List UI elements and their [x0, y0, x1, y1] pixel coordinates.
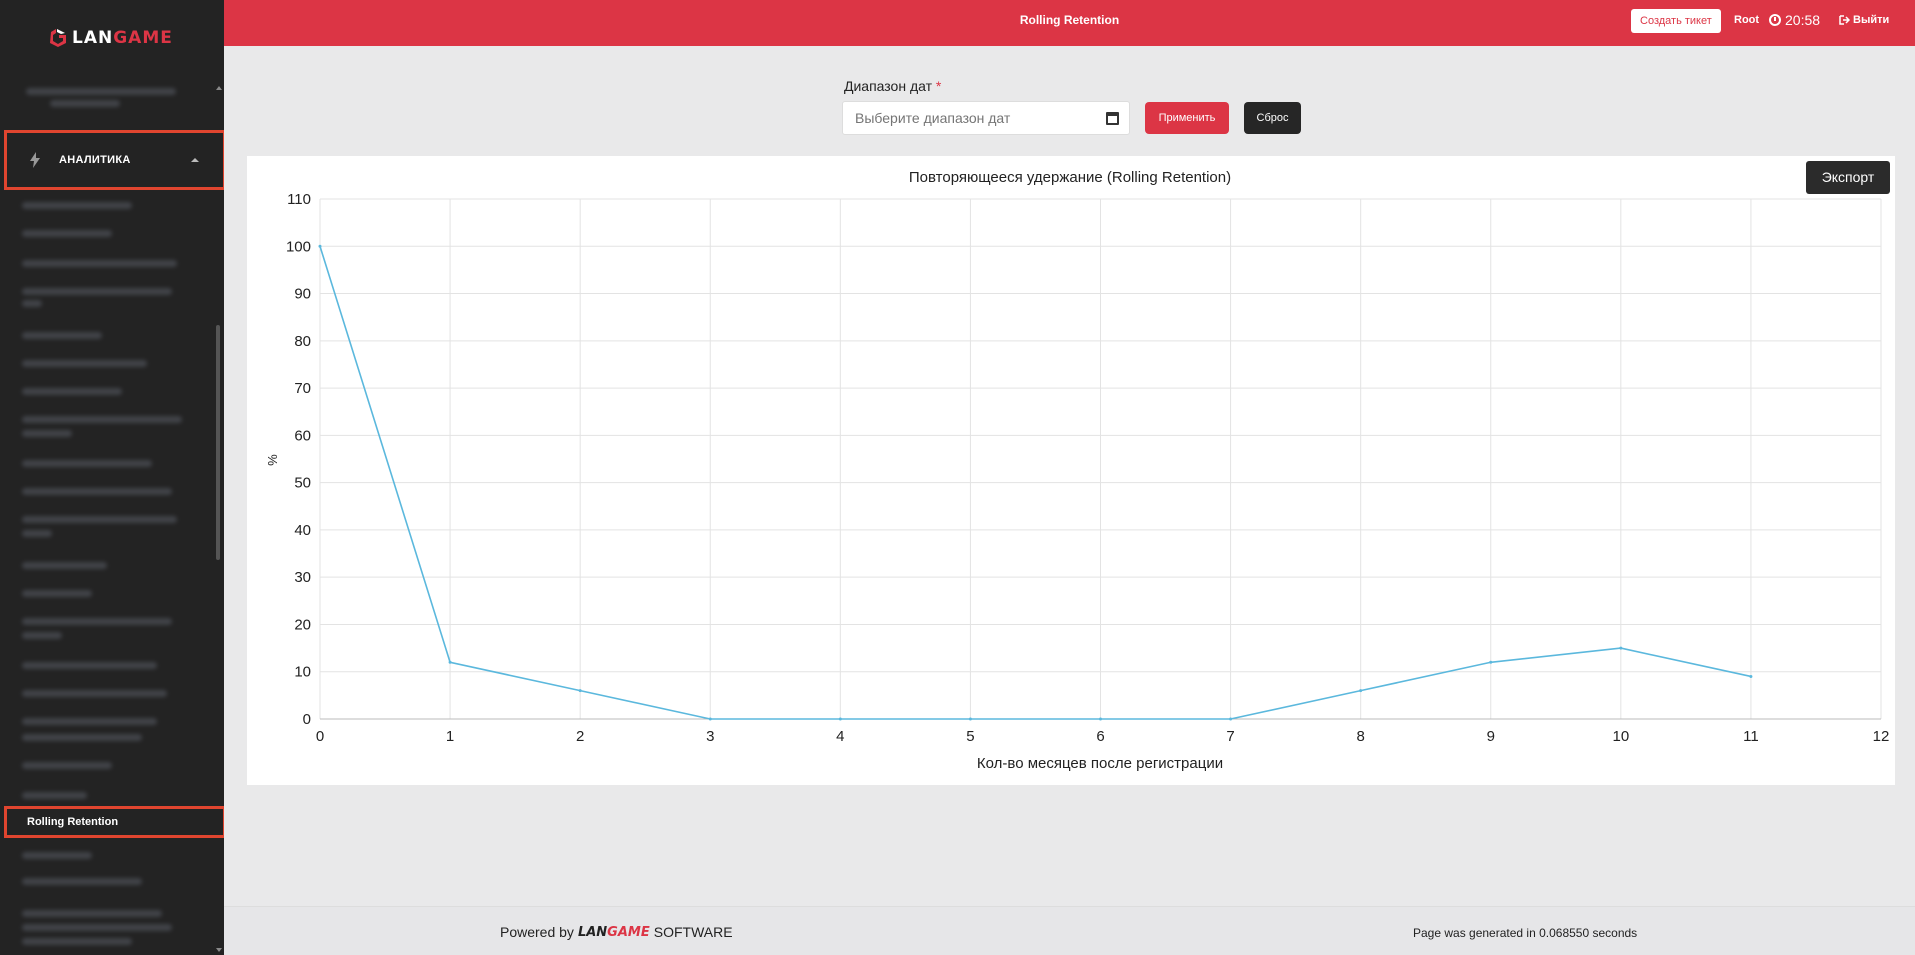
data-point: [318, 244, 322, 248]
y-tick-label: 20: [294, 616, 311, 633]
data-point: [1749, 674, 1753, 678]
data-point: [578, 689, 582, 693]
x-tick-label: 9: [1487, 728, 1495, 745]
y-tick-label: 80: [294, 333, 311, 350]
y-tick-label: 90: [294, 286, 311, 303]
retention-chart: 01020304050607080901001100 1 2 3 4 5 6 7 8 9 10 11 1…: [265, 169, 1890, 772]
export-button[interactable]: Экспорт: [1806, 161, 1890, 194]
data-point: [968, 717, 972, 721]
x-tick-label: 7: [1226, 728, 1234, 745]
powered-prefix: Powered by: [500, 924, 574, 940]
x-tick-label: 2: [576, 728, 584, 745]
x-tick-label: 0: [316, 728, 324, 745]
data-point: [1359, 689, 1363, 693]
x-tick-label: 12: [1873, 728, 1890, 745]
x-tick-label: 3: [706, 728, 714, 745]
data-point: [708, 717, 712, 721]
data-point: [1489, 660, 1493, 664]
x-tick-label: 6: [1096, 728, 1104, 745]
footer-brand-lan: LAN: [577, 924, 608, 940]
powered-by: Powered by LANGAME SOFTWARE: [500, 924, 733, 940]
y-tick-label: 110: [287, 191, 311, 208]
data-point: [1229, 717, 1233, 721]
powered-suffix: SOFTWARE: [653, 924, 733, 940]
data-point: [1099, 717, 1102, 721]
generation-time: Page was generated in 0.068550 seconds: [1413, 926, 1638, 940]
x-axis-label: Кол-во месяцев после регистрации: [977, 755, 1223, 772]
data-point: [1619, 646, 1623, 650]
footer-brand-game: GAME: [607, 924, 650, 940]
y-tick-label: 10: [294, 664, 311, 681]
y-tick-label: 30: [294, 569, 311, 586]
y-axis-label: %: [265, 454, 280, 466]
y-tick-label: 60: [294, 427, 311, 444]
y-tick-label: 40: [294, 522, 311, 539]
x-tick-label: 4: [836, 728, 844, 745]
y-tick-label: 0: [303, 711, 311, 728]
y-tick-label: 100: [286, 238, 311, 255]
data-point: [838, 717, 842, 721]
x-tick-label: 11: [1743, 728, 1759, 745]
x-tick-label: 1: [446, 728, 454, 745]
data-point: [448, 660, 452, 664]
y-tick-label: 70: [294, 380, 311, 397]
chart-title: Повторяющееся удержание (Rolling Retenti…: [909, 169, 1231, 186]
x-tick-label: 5: [966, 728, 974, 745]
x-tick-label: 10: [1612, 728, 1629, 745]
footer-brand: LANGAME: [578, 925, 650, 940]
footer: Powered by LANGAME SOFTWARE Page was gen…: [224, 906, 1915, 955]
y-tick-label: 50: [294, 475, 311, 492]
x-tick-label: 8: [1356, 728, 1364, 745]
